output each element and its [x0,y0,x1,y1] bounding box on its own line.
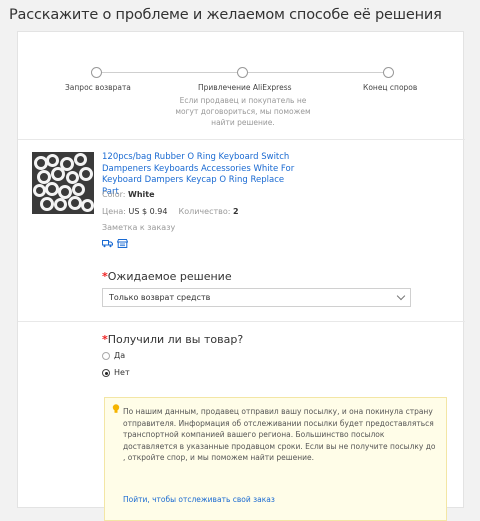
chevron-down-icon [396,291,406,301]
divider [18,321,465,322]
price-label: Цена: [102,207,126,216]
received-heading: *Получили ли вы товар? [102,333,243,346]
divider [18,139,465,140]
expected-solution-value: Только возврат средств [109,293,211,302]
product-thumbnail[interactable] [32,152,94,214]
product-color: Color: White [102,190,155,199]
truck-icon[interactable] [102,239,113,248]
expected-solution-heading: *Ожидаемое решение [102,270,232,283]
radio-no[interactable] [102,369,110,377]
radio-no-label[interactable]: Нет [114,368,130,377]
store-icon[interactable] [117,239,128,248]
step-label-aliexpress: Привлечение AliExpress [198,83,292,92]
dispute-form-card: Запрос возврата Привлечение AliExpress К… [17,31,465,521]
order-note-label: Заметка к заказу [102,223,176,232]
tracking-notice: По нашим данным, продавец отправил вашу … [104,397,447,521]
page-title: Расскажите о проблеме и желаемом способе… [9,7,442,23]
qty-value: 2 [232,207,239,216]
step-dot-3 [383,67,394,78]
expected-solution-select[interactable]: Только возврат средств [102,288,411,307]
step-dot-1 [91,67,102,78]
step-description: Если продавец и покупатель не могут дого… [175,96,311,127]
step-dot-2 [237,67,248,78]
step-label-dispute-end: Конец споров [363,83,418,92]
radio-yes-label[interactable]: Да [114,351,125,360]
lightbulb-icon [112,404,120,413]
received-label: Получили ли вы товар? [107,333,244,346]
qty-label: Количество: [178,207,231,216]
price-value: US $ 0.94 [128,207,168,216]
color-label: Color: [102,190,126,199]
color-value: White [128,190,155,199]
expected-solution-label: Ожидаемое решение [107,270,232,283]
notice-text: По нашим данным, продавец отправил вашу … [123,407,436,462]
product-price-qty: Цена: US $ 0.94 Количество: 2 [102,207,239,216]
track-order-link[interactable]: Пойти, чтобы отслеживать свой заказ [123,495,275,504]
radio-yes[interactable] [102,352,110,360]
step-label-request-return: Запрос возврата [65,83,131,92]
